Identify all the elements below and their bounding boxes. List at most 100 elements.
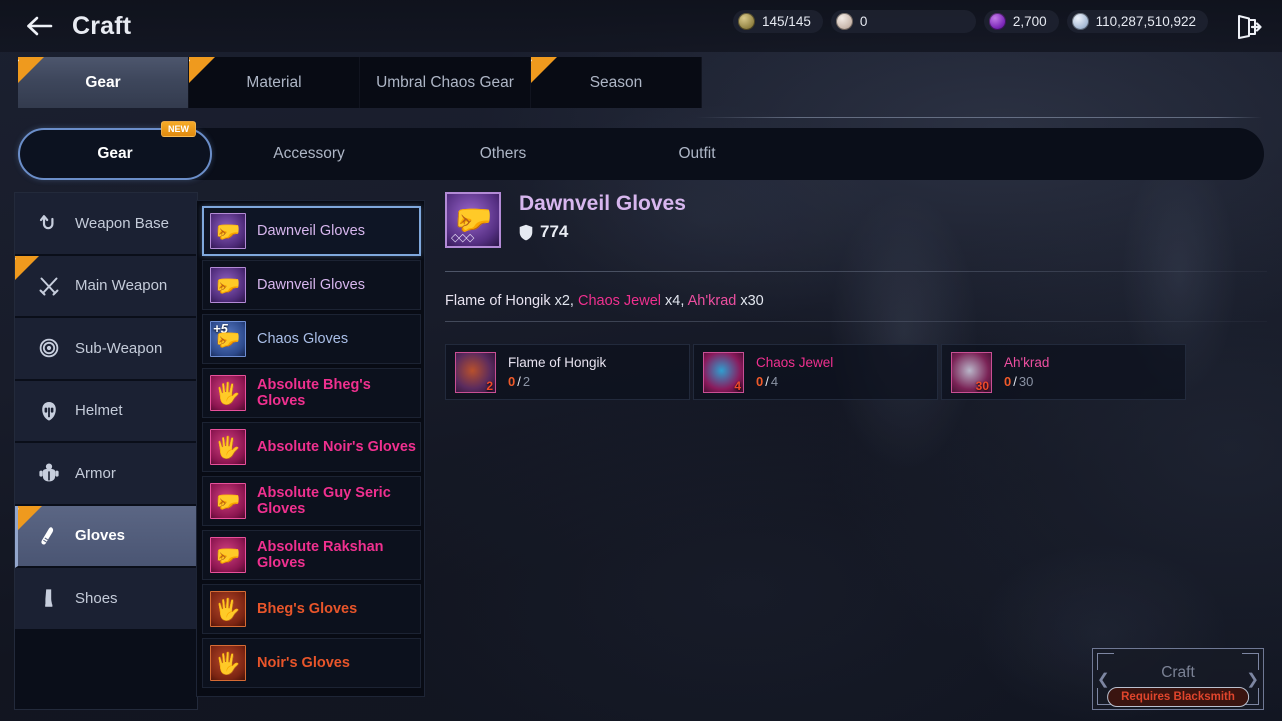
category-main-weapon[interactable]: Main Weapon xyxy=(15,255,197,318)
sub-tab-others[interactable]: Others xyxy=(406,128,600,180)
list-item[interactable]: 🖐 Absolute Bheg's Gloves xyxy=(202,368,421,418)
category-armor[interactable]: Armor xyxy=(15,443,197,506)
new-ribbon-icon xyxy=(18,505,42,530)
main-tab-umbral-label: Umbral Chaos Gear xyxy=(376,73,514,91)
list-item[interactable]: 🖐 Noir's Gloves xyxy=(202,638,421,688)
pearl-icon xyxy=(835,13,853,30)
list-item-label: Absolute Guy Seric Gloves xyxy=(257,485,391,517)
gauntlet-orange-icon: 🖐 xyxy=(210,591,246,627)
material-card[interactable]: 4 Chaos Jewel 0/4 xyxy=(693,344,938,400)
material-name: Chaos Jewel xyxy=(756,355,834,370)
undo-arrow-icon xyxy=(37,211,61,235)
category-sub-weapon[interactable]: Sub-Weapon xyxy=(15,318,197,381)
new-ribbon-icon xyxy=(18,57,44,83)
main-tab-season-label: Season xyxy=(589,73,643,91)
craft-requirement-badge: Requires Blacksmith xyxy=(1107,687,1249,707)
gauntlet-blue-icon: +5 🤛 xyxy=(210,321,246,357)
detail-defense-value: 774 xyxy=(540,222,569,241)
currency-energy-value: 145/145 xyxy=(762,14,811,29)
currency-gem[interactable]: 2,700 xyxy=(983,10,1059,33)
new-ribbon-icon xyxy=(15,255,39,280)
gauntlet-purple-icon: 🤛 xyxy=(210,213,246,249)
list-item-label: Bheg's Gloves xyxy=(257,601,358,617)
flame-of-hongik-icon: 2 xyxy=(455,351,496,393)
material-count: 0/4 xyxy=(756,374,833,389)
list-item-label: Noir's Gloves xyxy=(257,655,350,671)
sub-tab-gear[interactable]: Gear NEW xyxy=(18,121,212,180)
sub-tab-bar: Gear NEW Accessory Others Outfit xyxy=(18,121,1264,180)
item-list[interactable]: 🤛 Dawnveil Gloves 🤛 Dawnveil Gloves +5 🤛… xyxy=(196,200,425,697)
detail-header: 🤛 ◇◇◇ Dawnveil Gloves 774 xyxy=(445,192,1267,254)
currency-silver-value: 110,287,510,922 xyxy=(1095,14,1196,29)
material-separator: / xyxy=(765,374,769,389)
page-title: Craft xyxy=(72,11,132,40)
material-need: 30 xyxy=(1018,374,1034,389)
main-tab-material-label: Material xyxy=(246,73,302,91)
boot-icon xyxy=(37,586,61,610)
category-gloves[interactable]: Gloves xyxy=(15,505,197,568)
main-tab-material[interactable]: Material xyxy=(189,57,360,108)
main-tab-gear[interactable]: Gear xyxy=(18,57,189,108)
gauntlet-magenta-icon: 🖐 xyxy=(210,429,246,465)
main-tab-season[interactable]: Season xyxy=(531,57,702,108)
sub-tab-gear-label: Gear xyxy=(97,145,133,162)
material-card[interactable]: 2 Flame of Hongik 0/2 xyxy=(445,344,690,400)
silver-coin-icon xyxy=(1071,13,1089,30)
craft-button[interactable]: ❮ ❯ Craft Requires Blacksmith xyxy=(1092,648,1264,710)
material-separator: / xyxy=(517,374,521,389)
req-material-1-name: Flame of Hongik xyxy=(445,293,551,309)
detail-item-name: Dawnveil Gloves xyxy=(519,192,686,215)
gauntlet-magenta-icon: 🖐 xyxy=(210,375,246,411)
category-weapon-base-label: Weapon Base xyxy=(75,214,169,232)
currency-silver[interactable]: 110,287,510,922 xyxy=(1066,10,1208,33)
detail-divider xyxy=(445,271,1267,272)
gauntlet-magenta-icon: 🤛 xyxy=(210,483,246,519)
material-name: Flame of Hongik xyxy=(508,355,607,370)
sub-tab-others-label: Others xyxy=(479,145,527,162)
category-helmet-label: Helmet xyxy=(75,402,123,420)
arrow-left-icon[interactable] xyxy=(14,0,66,52)
material-separator: / xyxy=(1013,374,1017,389)
list-item[interactable]: 🤛 Absolute Rakshan Gloves xyxy=(202,530,421,580)
sub-tab-accessory[interactable]: Accessory xyxy=(212,128,406,180)
list-item[interactable]: 🖐 Bheg's Gloves xyxy=(202,584,421,634)
currency-pearl[interactable]: 0 xyxy=(830,10,976,33)
category-shoes[interactable]: Shoes xyxy=(15,568,197,631)
list-item[interactable]: 🖐 Absolute Noir's Gloves xyxy=(202,422,421,472)
material-card[interactable]: 30 Ah'krad 0/30 xyxy=(941,344,1186,400)
req-material-2-name: Chaos Jewel xyxy=(577,293,661,309)
armor-icon xyxy=(37,461,61,485)
category-weapon-base[interactable]: Weapon Base xyxy=(15,193,197,256)
list-item[interactable]: +5 🤛 Chaos Gloves xyxy=(202,314,421,364)
material-have: 0 xyxy=(1004,374,1012,389)
req-material-1-qty: x2, xyxy=(550,293,578,309)
currency-energy[interactable]: 145/145 xyxy=(733,10,823,33)
list-item-label: Absolute Bheg's Gloves xyxy=(257,377,371,409)
req-material-3-name: Ah'krad xyxy=(687,293,737,309)
exit-door-icon[interactable] xyxy=(1228,9,1268,43)
sub-tab-accessory-label: Accessory xyxy=(273,145,345,162)
list-item[interactable]: 🤛 Absolute Guy Seric Gloves xyxy=(202,476,421,526)
category-helmet[interactable]: Helmet xyxy=(15,380,197,443)
main-tab-umbral-chaos-gear[interactable]: Umbral Chaos Gear xyxy=(360,57,531,108)
sub-tab-outfit[interactable]: Outfit xyxy=(600,128,794,180)
category-armor-label: Armor xyxy=(75,464,116,482)
detail-divider-secondary xyxy=(445,321,1267,322)
gem-slots-icon: ◇◇◇ xyxy=(451,232,474,244)
material-need: 2 xyxy=(522,374,531,389)
list-item-label: Absolute Noir's Gloves xyxy=(257,439,416,455)
list-item-label: Chaos Gloves xyxy=(257,331,349,347)
shield-icon xyxy=(519,224,533,241)
material-count: 0/30 xyxy=(1004,374,1049,389)
target-ring-icon xyxy=(37,336,61,360)
craft-screen: Craft 145/145 0 2,700 110,287,510,922 NE… xyxy=(0,0,1282,721)
list-item[interactable]: 🤛 Dawnveil Gloves xyxy=(202,260,421,310)
material-have: 0 xyxy=(508,374,516,389)
item-detail-panel: 🤛 ◇◇◇ Dawnveil Gloves 774 Flame of Hongi… xyxy=(445,192,1267,612)
helmet-icon xyxy=(37,399,61,423)
currency-pearl-value: 0 xyxy=(859,14,868,29)
chaos-jewel-icon: 4 xyxy=(703,351,744,393)
material-card-list: 2 Flame of Hongik 0/2 4 Chaos Jewel 0/4 xyxy=(445,344,1186,400)
list-item[interactable]: 🤛 Dawnveil Gloves xyxy=(202,206,421,256)
req-material-3-qty: x30 xyxy=(736,293,764,309)
